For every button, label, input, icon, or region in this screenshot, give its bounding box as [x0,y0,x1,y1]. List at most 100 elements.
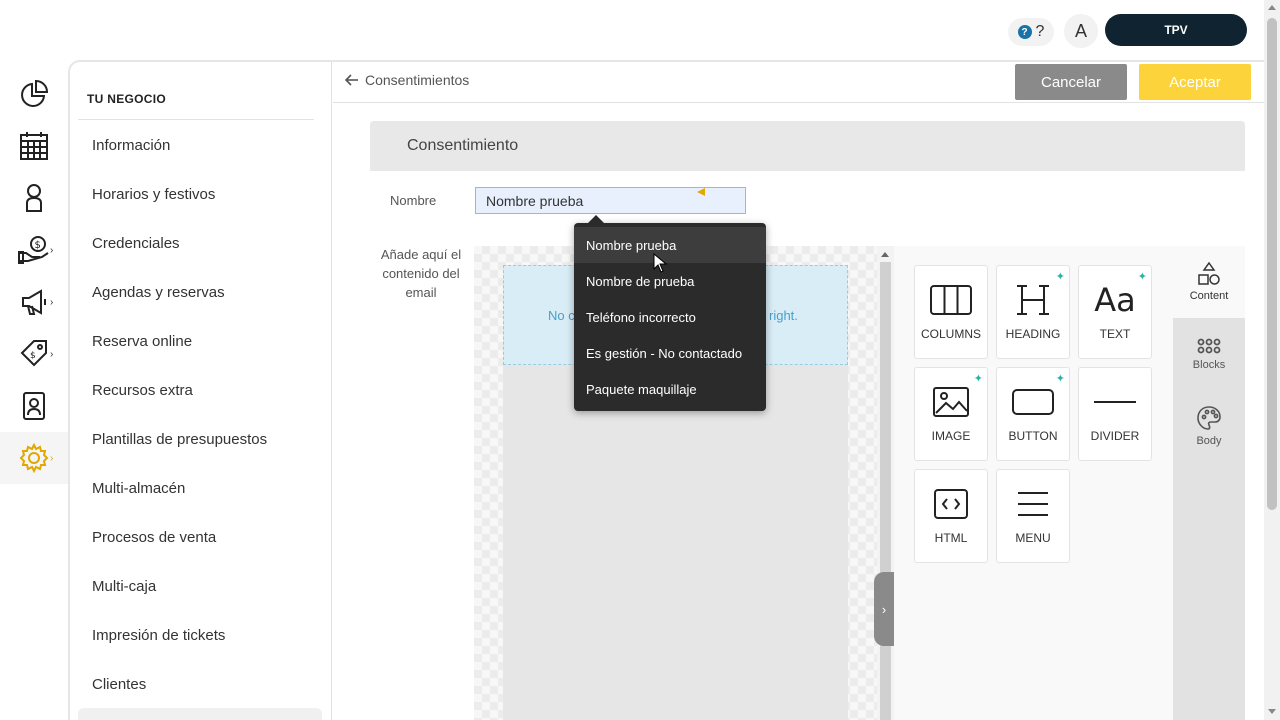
chevron-right-icon: › [881,601,887,617]
section-title: Consentimiento [407,137,519,154]
tab-blocks-label: Blocks [1192,359,1226,371]
rail-finance[interactable]: $ › [0,224,68,276]
canvas-scroll-thumb[interactable] [880,262,891,720]
content-tools-panel: COLUMNS ✦ HEADING ✦ Aa TEXT ✦ IMAGE ✦ BU… [894,246,1173,720]
nav-item-clientes[interactable]: Clientes [92,676,146,693]
nav-item-reserva-online[interactable]: Reserva online [92,333,192,350]
tool-divider[interactable]: DIVIDER [1078,367,1152,461]
name-input[interactable] [475,187,746,214]
nav-item-procesos-venta[interactable]: Procesos de venta [92,529,216,546]
person-icon [26,184,42,212]
nav-item-credenciales[interactable]: Credenciales [92,235,180,252]
tab-body-label: Body [1196,435,1222,447]
heading-icon [997,280,1069,320]
tab-blocks[interactable]: Blocks [1173,318,1245,390]
nav-item-multi-almacen[interactable]: Multi-almacén [92,480,185,497]
page-scroll-thumb[interactable] [1267,18,1277,510]
tool-label: HEADING [1005,327,1061,341]
rail-chevron-icon: › [50,296,54,308]
settings-nav: TU NEGOCIO Información Horarios y festiv… [70,62,332,720]
money-hand-icon: $ [18,236,49,264]
help-label: ? [1035,23,1045,40]
rail-clients[interactable] [0,172,68,224]
tab-content-label: Content [1189,290,1229,302]
columns-icon [915,280,987,320]
tool-columns[interactable]: COLUMNS [914,265,988,359]
autocomplete-option[interactable]: Nombre prueba [574,227,766,263]
name-label: Nombre [390,193,437,208]
help-icon: ? [1017,25,1032,39]
text-icon: Aa [1094,281,1136,319]
contact-card-icon [23,392,45,420]
settings-gear-icon [19,443,49,473]
dropzone-text-start: No c [548,308,575,323]
autocomplete-option[interactable]: Teléfono incorrecto [574,299,766,335]
help-button[interactable]: ? ? [1008,18,1054,46]
accept-button[interactable]: Aceptar [1139,64,1251,100]
rail-contacts[interactable] [0,380,68,432]
autocomplete-dropdown: Nombre prueba Nombre de prueba Teléfono … [574,215,766,411]
autofill-marker-icon [697,188,705,196]
tool-heading[interactable]: ✦ HEADING [996,265,1070,359]
nav-item-next-partial[interactable] [78,708,322,720]
collapse-panel-button[interactable]: › [874,572,894,646]
autocomplete-option[interactable]: Nombre de prueba [574,263,766,299]
divider-icon [1079,382,1151,422]
scroll-down-arrow-icon[interactable] [1268,709,1276,714]
nav-item-informacion[interactable]: Información [92,137,170,154]
tool-label: HTML [934,531,968,545]
svg-text:$: $ [35,240,41,251]
cancel-button[interactable]: Cancelar [1015,64,1127,100]
user-avatar[interactable]: A [1064,14,1098,48]
nav-divider [78,119,314,120]
tool-label: IMAGE [931,429,971,443]
icon-rail: $ › › $ › › [0,60,68,720]
rail-settings[interactable]: › [0,432,68,484]
nav-item-plantillas[interactable]: Plantillas de presupuestos [92,431,267,448]
dropzone-text-end: right. [769,308,798,323]
megaphone-icon [22,289,46,315]
autocomplete-option[interactable]: Paquete maquillaje [574,371,766,407]
rail-dashboard[interactable] [0,68,68,120]
palette-icon [1197,406,1221,430]
svg-text:$: $ [30,351,36,361]
tool-html[interactable]: HTML [914,469,988,563]
canvas-scrollbar[interactable] [877,246,894,720]
back-link-label: Consentimientos [365,72,470,88]
nav-heading: TU NEGOCIO [87,92,167,106]
autocomplete-option[interactable]: Es gestión - No contactado [574,335,766,371]
page-scrollbar[interactable] [1264,0,1280,720]
image-icon [915,382,987,422]
tool-menu[interactable]: MENU [996,469,1070,563]
scroll-up-arrow-icon[interactable] [1268,5,1276,10]
editor-tabs: Content Blocks Body [1173,246,1245,720]
tab-content[interactable]: Content [1173,246,1245,318]
tab-body[interactable]: Body [1173,390,1245,462]
button-icon [997,382,1069,422]
rail-marketing[interactable]: › [0,276,68,328]
nav-item-impresion-tickets[interactable]: Impresión de tickets [92,627,225,644]
rail-products[interactable]: $ › [0,328,68,380]
tool-text[interactable]: ✦ Aa TEXT [1078,265,1152,359]
shapes-icon [1198,262,1220,285]
html-icon [915,484,987,524]
nav-item-agendas[interactable]: Agendas y reservas [92,284,225,301]
blocks-grid-icon [1197,338,1221,354]
tool-button[interactable]: ✦ BUTTON [996,367,1070,461]
canvas-scroll-up-icon[interactable] [881,252,889,257]
tpv-button[interactable]: TPV [1105,14,1247,46]
rail-chevron-icon: › [50,348,54,360]
calendar-grid-icon [20,132,48,160]
dashboard-pie-icon [21,79,49,107]
top-bar: ? ? A TPV [0,0,1264,60]
tool-label: MENU [1015,531,1051,545]
mouse-cursor-icon [653,253,667,273]
nav-item-multi-caja[interactable]: Multi-caja [92,578,156,595]
nav-item-recursos-extra[interactable]: Recursos extra [92,382,193,399]
tool-label: DIVIDER [1090,429,1140,443]
rail-calendar[interactable] [0,120,68,172]
tags-icon: $ [20,340,47,367]
tool-image[interactable]: ✦ IMAGE [914,367,988,461]
nav-item-horarios[interactable]: Horarios y festivos [92,186,215,203]
back-link[interactable]: Consentimientos [345,72,469,88]
